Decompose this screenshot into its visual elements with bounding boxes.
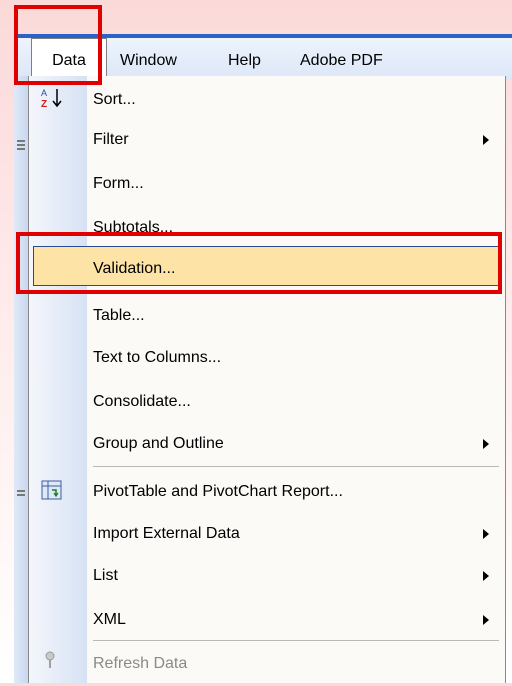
menubar-adobe-pdf-label: Adobe PDF (300, 52, 383, 69)
menu-bar: Data Window Help Adobe PDF (14, 34, 512, 80)
submenu-arrow-icon (483, 615, 489, 625)
menu-item-refresh-data-label: Refresh Data (93, 655, 188, 672)
menu-item-filter[interactable]: Filter (29, 118, 505, 158)
menu-item-text-to-columns-label: Text to Columns... (93, 349, 222, 366)
menu-item-group-and-outline[interactable]: Group and Outline (29, 422, 505, 462)
menubar-window-label: Window (120, 52, 177, 69)
menubar-data[interactable]: Data (31, 38, 107, 80)
submenu-arrow-icon (483, 529, 489, 539)
data-dropdown-menu: A Z Sort... Filter Form... Subtotals... … (28, 76, 506, 683)
menubar-window[interactable]: Window (120, 38, 177, 80)
menu-item-list-label: List (93, 567, 118, 584)
menubar-help-label: Help (228, 52, 261, 69)
menu-item-pivottable-label: PivotTable and PivotChart Report... (93, 483, 343, 500)
menu-item-list[interactable]: List (29, 554, 505, 594)
menu-item-subtotals[interactable]: Subtotals... (29, 206, 505, 246)
menu-item-xml[interactable]: XML (29, 598, 505, 638)
submenu-arrow-icon (483, 571, 489, 581)
menu-item-filter-label: Filter (93, 131, 129, 148)
menu-item-sort-label: Sort... (93, 91, 136, 108)
submenu-arrow-icon (483, 135, 489, 145)
menu-item-form-label: Form... (93, 175, 144, 192)
menubar-adobe-pdf[interactable]: Adobe PDF (300, 38, 383, 80)
menubar-data-label: Data (52, 52, 86, 69)
menu-item-consolidate[interactable]: Consolidate... (29, 380, 505, 420)
svg-text:A: A (41, 88, 47, 98)
menu-item-import-external-data-label: Import External Data (93, 525, 240, 542)
menu-item-refresh-data[interactable]: Refresh Data (29, 642, 505, 682)
menu-item-form[interactable]: Form... (29, 162, 505, 202)
menu-item-validation[interactable]: Validation... (33, 246, 501, 286)
menu-item-table[interactable]: Table... (29, 294, 505, 334)
refresh-icon (45, 651, 55, 668)
svg-text:Z: Z (41, 99, 47, 110)
menu-separator (93, 466, 499, 467)
menu-item-text-to-columns[interactable]: Text to Columns... (29, 336, 505, 376)
sort-az-icon: A Z (41, 88, 62, 110)
menu-item-xml-label: XML (93, 611, 126, 628)
menu-item-sort[interactable]: A Z Sort... (29, 78, 505, 118)
menu-item-import-external-data[interactable]: Import External Data (29, 512, 505, 552)
pivot-table-icon (41, 480, 62, 500)
menu-separator (93, 640, 499, 641)
menubar-help[interactable]: Help (228, 38, 261, 80)
menu-item-subtotals-label: Subtotals... (93, 219, 174, 236)
submenu-arrow-icon (483, 439, 489, 449)
menu-item-validation-label: Validation... (93, 260, 176, 277)
menu-item-pivottable[interactable]: PivotTable and PivotChart Report... (29, 470, 505, 510)
sheet-edge (14, 76, 28, 683)
menu-item-table-label: Table... (93, 307, 145, 324)
menu-item-consolidate-label: Consolidate... (93, 393, 191, 410)
menu-item-group-and-outline-label: Group and Outline (93, 435, 224, 452)
